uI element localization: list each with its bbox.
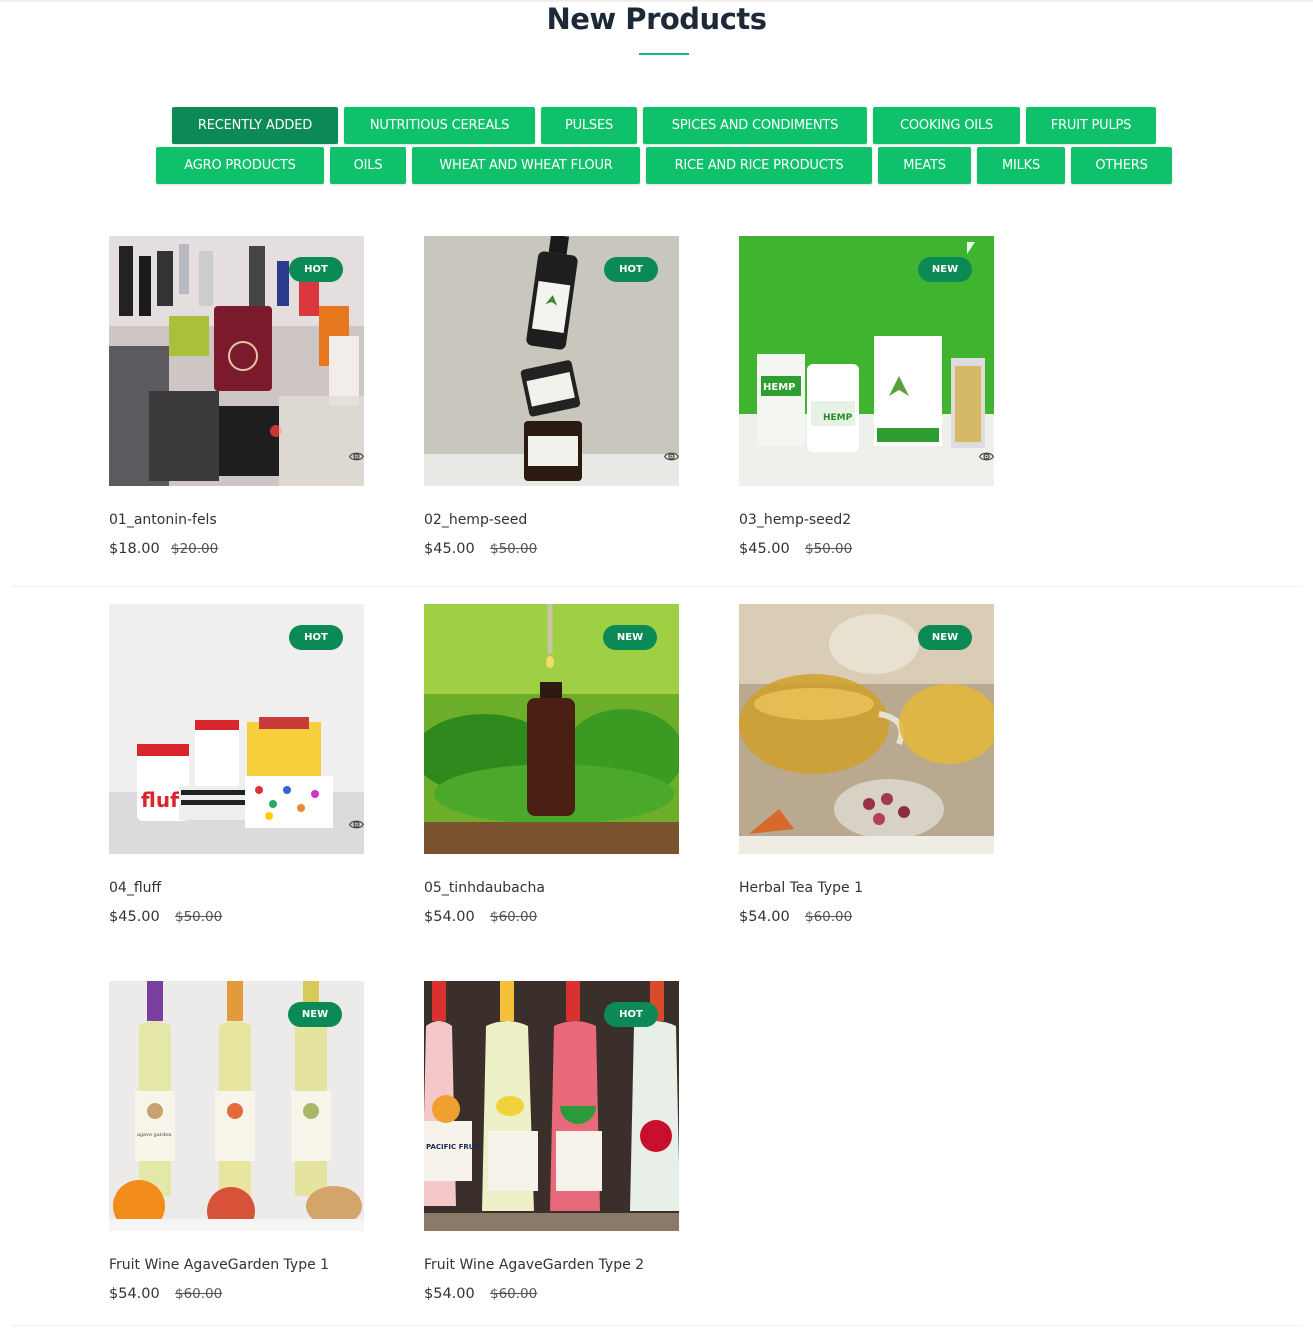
product-name[interactable]: Fruit Wine AgaveGarden Type 1 <box>109 1257 329 1273</box>
product-card[interactable]: NEW 05_tinhdaubacha $54.00 $60.00 <box>424 604 679 934</box>
bottom-divider <box>12 1325 1302 1326</box>
product-card[interactable]: NEW Herbal Tea Type 1 $54.00 $60.00 <box>739 604 994 934</box>
product-old-price: $50.00 <box>175 909 223 925</box>
product-card[interactable]: agave garden NEW Fruit Wine AgaveGarden … <box>109 981 364 1311</box>
product-image[interactable]: agave garden NEW <box>109 981 364 1231</box>
filter-others[interactable]: OTHERS <box>1071 147 1172 184</box>
product-old-price: $60.00 <box>805 909 853 925</box>
product-price: $45.00 <box>424 541 475 557</box>
product-price: $54.00 <box>424 1286 475 1302</box>
filter-nutritious-cereals[interactable]: NUTRITIOUS CEREALS <box>344 107 535 144</box>
product-name[interactable]: Fruit Wine AgaveGarden Type 2 <box>424 1257 644 1273</box>
product-name[interactable]: Herbal Tea Type 1 <box>739 880 863 896</box>
filter-wheat-and-wheat-flour[interactable]: WHEAT AND WHEAT FLOUR <box>412 147 640 184</box>
new-badge: NEW <box>288 1002 342 1027</box>
product-image[interactable]: HOT <box>109 236 364 486</box>
agave-label: agave garden <box>137 1132 172 1138</box>
new-badge: NEW <box>603 625 657 650</box>
product-image[interactable]: fluff HOT <box>109 604 364 854</box>
product-card[interactable]: HOT 02_hemp-seed $45.00 $50.00 <box>424 236 679 566</box>
hemp-label-2: HEMP <box>823 413 853 423</box>
product-card[interactable]: HOT 01_antonin-fels $18.00 $20.00 <box>109 236 364 566</box>
filter-spices-and-condiments[interactable]: SPICES AND CONDIMENTS <box>643 107 867 144</box>
product-card[interactable]: fluff HOT 04_fluff $45.00 $50.00 <box>109 604 364 934</box>
new-badge: NEW <box>918 257 972 282</box>
product-name[interactable]: 01_antonin-fels <box>109 512 217 528</box>
product-price: $54.00 <box>424 909 475 925</box>
title-underline <box>639 53 689 55</box>
filter-oils[interactable]: OILS <box>330 147 406 184</box>
quick-view-icon[interactable] <box>979 449 994 464</box>
hot-badge: HOT <box>604 257 658 282</box>
new-badge: NEW <box>918 625 972 650</box>
hot-badge: HOT <box>289 625 343 650</box>
product-old-price: $50.00 <box>490 541 538 557</box>
filter-pulses[interactable]: PULSES <box>541 107 637 144</box>
product-card[interactable]: PACIFIC FRUIT HOT Fruit Wine AgaveGarden… <box>424 981 679 1311</box>
product-price: $54.00 <box>109 1286 160 1302</box>
filter-cooking-oils[interactable]: COOKING OILS <box>873 107 1020 144</box>
product-old-price: $60.00 <box>175 1286 223 1302</box>
product-old-price: $50.00 <box>805 541 853 557</box>
product-price: $45.00 <box>109 909 160 925</box>
product-name[interactable]: 04_fluff <box>109 880 161 896</box>
filter-agro-products[interactable]: AGRO PRODUCTS <box>156 147 324 184</box>
product-name[interactable]: 03_hemp-seed2 <box>739 512 851 528</box>
filter-meats[interactable]: MEATS <box>878 147 971 184</box>
quick-view-icon[interactable] <box>349 449 364 464</box>
product-price: $54.00 <box>739 909 790 925</box>
hot-badge: HOT <box>289 257 343 282</box>
filter-recently-added[interactable]: RECENTLY ADDED <box>172 107 338 144</box>
product-image[interactable]: NEW <box>424 604 679 854</box>
product-price: $18.00 <box>109 541 160 557</box>
product-image[interactable]: HOT <box>424 236 679 486</box>
product-name[interactable]: 02_hemp-seed <box>424 512 527 528</box>
product-card[interactable]: HEMP HEMP NEW 03_hemp-seed2 $45.00 $50.0… <box>739 236 994 566</box>
product-name[interactable]: 05_tinhdaubacha <box>424 880 545 896</box>
product-old-price: $20.00 <box>171 541 219 557</box>
hot-badge: HOT <box>604 1002 658 1027</box>
product-image[interactable]: HEMP HEMP NEW <box>739 236 994 486</box>
product-price: $45.00 <box>739 541 790 557</box>
product-old-price: $60.00 <box>490 909 538 925</box>
quick-view-icon[interactable] <box>349 817 364 832</box>
product-image[interactable]: NEW <box>739 604 994 854</box>
filter-milks[interactable]: MILKS <box>977 147 1065 184</box>
filter-fruit-pulps[interactable]: FRUIT PULPS <box>1026 107 1156 144</box>
filter-rice-and-rice-products[interactable]: RICE AND RICE PRODUCTS <box>646 147 872 184</box>
hemp-label: HEMP <box>763 382 795 393</box>
product-image[interactable]: PACIFIC FRUIT HOT <box>424 981 679 1231</box>
product-old-price: $60.00 <box>490 1286 538 1302</box>
row-divider <box>12 586 1302 587</box>
quick-view-icon[interactable] <box>664 449 679 464</box>
pacific-label: PACIFIC FRUIT <box>426 1143 482 1151</box>
section-title: New Products <box>546 2 767 36</box>
